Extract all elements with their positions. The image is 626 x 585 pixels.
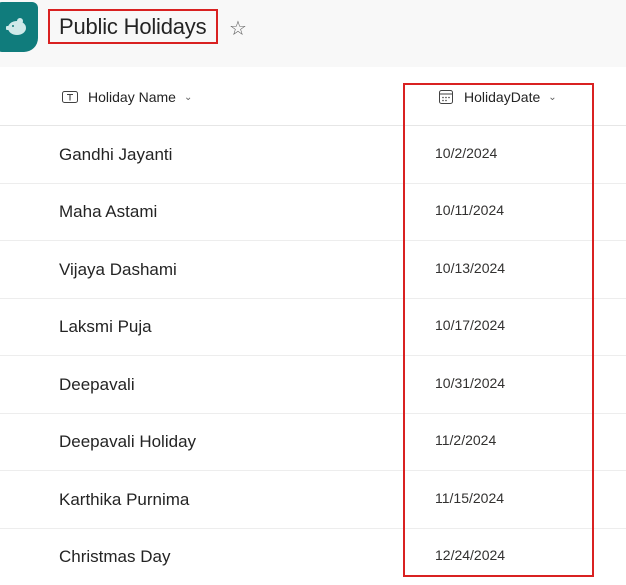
- holiday-date-cell: 12/24/2024: [435, 547, 506, 563]
- holiday-date-cell: 10/17/2024: [435, 317, 506, 333]
- holiday-name-cell: Deepavali Holiday: [59, 432, 197, 451]
- table-row[interactable]: Gandhi Jayanti 10/2/2024: [0, 126, 626, 184]
- list-app-icon[interactable]: [0, 2, 38, 52]
- holiday-date-cell: 11/15/2024: [435, 490, 505, 506]
- holiday-date-cell: 10/13/2024: [435, 260, 506, 276]
- table-row[interactable]: Maha Astami 10/11/2024: [0, 183, 626, 241]
- table-row[interactable]: Karthika Purnima 11/15/2024: [0, 471, 626, 529]
- table-row[interactable]: Christmas Day 12/24/2024: [0, 528, 626, 585]
- column-label: HolidayDate: [464, 89, 541, 105]
- holiday-name-cell: Maha Astami: [59, 202, 158, 221]
- table-row[interactable]: Laksmi Puja 10/17/2024: [0, 298, 626, 356]
- page-title: Public Holidays: [59, 14, 207, 39]
- holiday-name-cell: Deepavali: [59, 375, 135, 394]
- holiday-name-cell: Karthika Purnima: [59, 490, 190, 509]
- holiday-date-cell: 10/2/2024: [435, 145, 498, 161]
- chevron-down-icon[interactable]: ⌄: [548, 92, 556, 103]
- table-row[interactable]: Deepavali 10/31/2024: [0, 356, 626, 414]
- column-header-holiday-name[interactable]: Holiday Name ⌄: [62, 89, 192, 105]
- list-header-bar: Public Holidays ☆: [0, 0, 626, 67]
- holiday-name-cell: Christmas Day: [59, 547, 171, 566]
- holiday-date-cell: 10/11/2024: [435, 202, 505, 218]
- star-outline-icon[interactable]: ☆: [229, 17, 247, 41]
- column-header-row: Holiday Name ⌄ HolidayDate ⌄: [0, 67, 626, 126]
- holiday-name-cell: Laksmi Puja: [59, 317, 152, 336]
- holiday-name-cell: Gandhi Jayanti: [59, 145, 173, 164]
- piggy-bank-icon: [6, 18, 26, 35]
- chevron-down-icon[interactable]: ⌄: [184, 92, 192, 103]
- table-row[interactable]: Vijaya Dashami 10/13/2024: [0, 241, 626, 299]
- holiday-date-cell: 11/2/2024: [435, 432, 497, 448]
- text-field-icon: [62, 90, 78, 104]
- holiday-date-cell: 10/31/2024: [435, 375, 506, 391]
- column-header-holidaydate[interactable]: HolidayDate ⌄: [438, 89, 557, 105]
- table-row[interactable]: Deepavali Holiday 11/2/2024: [0, 413, 626, 471]
- calendar-icon: [438, 90, 454, 104]
- holiday-name-cell: Vijaya Dashami: [59, 260, 177, 279]
- column-label: Holiday Name: [88, 89, 176, 105]
